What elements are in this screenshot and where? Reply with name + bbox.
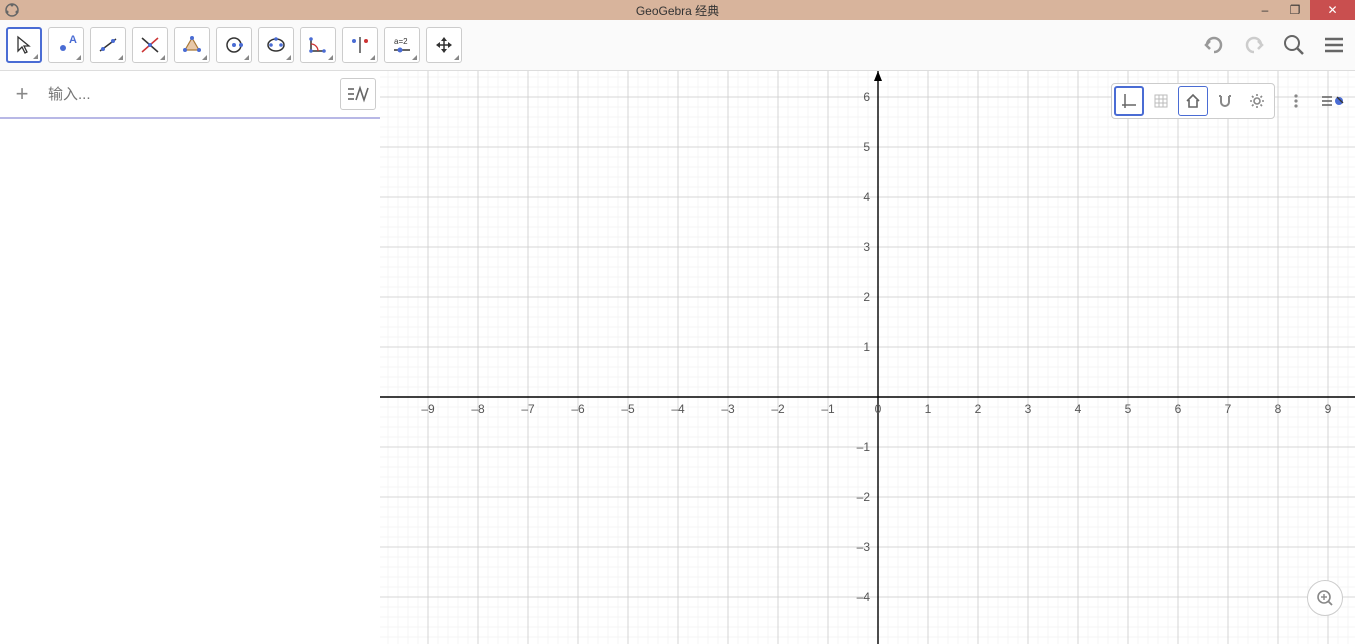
- symbolic-toggle[interactable]: [340, 78, 376, 110]
- svg-text:–4: –4: [671, 402, 685, 416]
- toolbar-right: [1199, 30, 1349, 60]
- svg-text:1: 1: [863, 340, 870, 354]
- tool-perpendicular[interactable]: [132, 27, 168, 63]
- tool-group: A a=2: [6, 27, 462, 63]
- svg-text:–6: –6: [571, 402, 585, 416]
- titlebar: GeoGebra 经典 – ❐ ✕: [0, 0, 1355, 20]
- svg-text:–1: –1: [857, 440, 871, 454]
- svg-text:a=2: a=2: [394, 37, 408, 46]
- svg-text:–2: –2: [857, 490, 871, 504]
- svg-text:9: 9: [1325, 402, 1332, 416]
- tool-line[interactable]: [90, 27, 126, 63]
- tool-slider[interactable]: a=2: [384, 27, 420, 63]
- svg-text:6: 6: [1175, 402, 1182, 416]
- tool-ellipse[interactable]: [258, 27, 294, 63]
- window-title: GeoGebra 经典: [636, 2, 719, 19]
- snap-toggle[interactable]: [1210, 86, 1240, 116]
- svg-text:4: 4: [1075, 402, 1082, 416]
- svg-text:0: 0: [875, 402, 882, 416]
- search-button[interactable]: [1279, 30, 1309, 60]
- svg-text:5: 5: [1125, 402, 1132, 416]
- svg-text:4: 4: [863, 190, 870, 204]
- home-view-button[interactable]: [1178, 86, 1208, 116]
- tool-polygon[interactable]: [174, 27, 210, 63]
- tool-move[interactable]: [6, 27, 42, 63]
- algebra-sidebar: +: [0, 71, 380, 644]
- svg-text:5: 5: [863, 140, 870, 154]
- maximize-button[interactable]: ❐: [1280, 0, 1310, 20]
- grid-toggle[interactable]: [1146, 86, 1176, 116]
- svg-text:–3: –3: [857, 540, 871, 554]
- close-button[interactable]: ✕: [1310, 0, 1355, 20]
- settings-button[interactable]: [1242, 86, 1272, 116]
- svg-text:2: 2: [975, 402, 982, 416]
- graph-toolbar: [1111, 83, 1347, 119]
- svg-text:–5: –5: [621, 402, 635, 416]
- tool-point[interactable]: A: [48, 27, 84, 63]
- svg-text:–2: –2: [771, 402, 785, 416]
- menu-button[interactable]: [1319, 30, 1349, 60]
- undo-button[interactable]: [1199, 30, 1229, 60]
- svg-text:–7: –7: [521, 402, 535, 416]
- algebra-input[interactable]: [40, 86, 340, 103]
- main-area: + –9 –8 –7 –6 –5 –4 –3 –2 –1 0 1 2 3 4 5 6 7 8 9 –4 –3 –2 –1 1 2…: [0, 71, 1355, 644]
- svg-text:6: 6: [863, 90, 870, 104]
- zoom-in-button[interactable]: [1307, 580, 1343, 616]
- tool-move-view[interactable]: [426, 27, 462, 63]
- more-options-button[interactable]: [1281, 86, 1311, 116]
- svg-text:7: 7: [1225, 402, 1232, 416]
- svg-text:8: 8: [1275, 402, 1282, 416]
- svg-text:3: 3: [863, 240, 870, 254]
- svg-text:3: 3: [1025, 402, 1032, 416]
- svg-text:–4: –4: [857, 590, 871, 604]
- window-controls: – ❐ ✕: [1250, 0, 1355, 20]
- tool-reflect[interactable]: [342, 27, 378, 63]
- input-row: +: [0, 71, 380, 119]
- app-icon: [4, 2, 20, 18]
- svg-text:1: 1: [925, 402, 932, 416]
- coordinate-grid-icon: –9 –8 –7 –6 –5 –4 –3 –2 –1 0 1 2 3 4 5 6 7 8 9 –4 –3 –2 –1 1 2 3 4…: [380, 71, 1355, 644]
- svg-text:–8: –8: [471, 402, 485, 416]
- add-button[interactable]: +: [4, 81, 40, 107]
- main-toolbar: A a=2: [0, 20, 1355, 71]
- svg-text:–3: –3: [721, 402, 735, 416]
- tool-angle[interactable]: [300, 27, 336, 63]
- redo-button[interactable]: [1239, 30, 1269, 60]
- svg-text:–1: –1: [821, 402, 835, 416]
- svg-text:2: 2: [863, 290, 870, 304]
- minimize-button[interactable]: –: [1250, 0, 1280, 20]
- svg-text:–9: –9: [421, 402, 435, 416]
- graph-view[interactable]: –9 –8 –7 –6 –5 –4 –3 –2 –1 0 1 2 3 4 5 6 7 8 9 –4 –3 –2 –1 1 2 3 4…: [380, 71, 1355, 644]
- axes-toggle[interactable]: [1114, 86, 1144, 116]
- tool-circle[interactable]: [216, 27, 252, 63]
- styling-bar-button[interactable]: [1317, 86, 1347, 116]
- svg-text:A: A: [69, 34, 77, 46]
